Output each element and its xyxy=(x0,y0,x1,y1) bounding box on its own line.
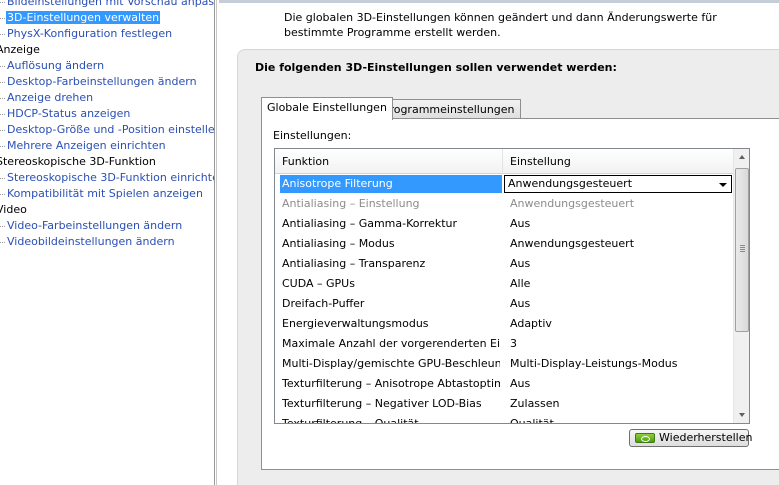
table-row[interactable]: Energieverwaltungsmodus Adaptiv xyxy=(275,314,733,334)
table-row[interactable]: Antialiasing – Gamma-Korrektur Aus xyxy=(275,214,733,234)
table-row[interactable]: CUDA – GPUs Alle xyxy=(275,274,733,294)
tree-item-label: Bildeinstellungen mit Vorschau anpassen xyxy=(7,0,214,8)
tree-item[interactable]: Video-Farbeinstellungen ändern xyxy=(0,218,183,234)
tree-item-label: PhysX-Konfiguration festlegen xyxy=(7,27,173,40)
feature-cell: Antialiasing – Transparenz xyxy=(282,257,426,270)
settings-list: Funktion Einstellung Anisotrope Filterun… xyxy=(274,148,750,424)
setting-cell: Adaptiv xyxy=(510,317,552,330)
tree-item-label: Video-Farbeinstellungen ändern xyxy=(7,219,183,232)
table-row[interactable]: Multi-Display/gemischte GPU-Beschleunigu… xyxy=(275,354,733,374)
setting-cell: Qualität xyxy=(510,417,554,424)
setting-cell: Aus xyxy=(510,217,531,230)
chevron-down-icon[interactable] xyxy=(719,183,727,187)
setting-cell: Anwendungsgesteuert xyxy=(510,197,635,210)
tree-item[interactable]: Desktop-Farbeinstellungen ändern xyxy=(0,74,198,90)
tree-item[interactable]: Mehrere Anzeigen einrichten xyxy=(0,138,167,154)
table-row[interactable]: Antialiasing – Modus Anwendungsgesteuert xyxy=(275,234,733,254)
table-row[interactable]: Texturfilterung – Anisotrope Abtastoptim… xyxy=(275,374,733,394)
tree-item[interactable]: PhysX-Konfiguration festlegen xyxy=(0,26,173,42)
feature-cell: Energieverwaltungsmodus xyxy=(282,317,429,330)
column-header-feature[interactable]: Funktion xyxy=(275,149,503,174)
column-header-setting[interactable]: Einstellung xyxy=(503,149,733,174)
tree-category[interactable]: Stereoskopische 3D-Funktion xyxy=(0,154,156,170)
feature-cell: Texturfilterung – Anisotrope Abtastoptim… xyxy=(282,377,500,390)
tree-item-label: Desktop-Größe und -Position einstellen xyxy=(7,123,214,136)
tree-item[interactable]: 3D-Einstellungen verwalten xyxy=(0,10,161,26)
feature-cell: Anisotrope Filterung xyxy=(280,175,502,193)
tree-item-label: Mehrere Anzeigen einrichten xyxy=(7,139,166,152)
scroll-up-button[interactable] xyxy=(734,149,749,166)
tree-item[interactable]: HDCP-Status anzeigen xyxy=(0,106,131,122)
header-strip xyxy=(219,0,779,3)
dropdown-value: Anwendungsgesteuert xyxy=(508,177,633,190)
vertical-scrollbar[interactable] xyxy=(733,149,749,423)
setting-cell: Alle xyxy=(510,277,531,290)
tree-item[interactable]: Desktop-Größe und -Position einstellen xyxy=(0,122,214,138)
feature-cell: Antialiasing – Gamma-Korrektur xyxy=(282,217,458,230)
feature-cell: CUDA – GPUs xyxy=(282,277,355,290)
splitter[interactable] xyxy=(216,0,217,485)
tab-global-settings[interactable]: Globale Einstellungen xyxy=(261,97,393,120)
tree-item-label: 3D-Einstellungen verwalten xyxy=(6,11,161,24)
tree-item-label: Kompatibilität mit Spielen anzeigen xyxy=(7,187,203,200)
feature-cell: Texturfilterung – Qualität xyxy=(282,417,419,424)
tree-item-label: Stereoskopische 3D-Funktion xyxy=(0,155,156,168)
feature-cell: Antialiasing – Modus xyxy=(282,237,395,250)
tree-item[interactable]: Auflösung ändern xyxy=(0,58,105,74)
setting-cell: Aus xyxy=(510,377,531,390)
table-row[interactable]: Dreifach-Puffer Aus xyxy=(275,294,733,314)
tree-item-label: Stereoskopische 3D-Funktion einrichten xyxy=(7,171,214,184)
setting-cell: Aus xyxy=(510,257,531,270)
tree-item[interactable]: Kompatibilität mit Spielen anzeigen xyxy=(0,186,204,202)
tree-item-label: Desktop-Farbeinstellungen ändern xyxy=(7,75,197,88)
scroll-thumb[interactable] xyxy=(735,168,749,332)
table-row[interactable]: Antialiasing – Transparenz Aus xyxy=(275,254,733,274)
feature-cell: Multi-Display/gemischte GPU-Beschleunigu… xyxy=(282,357,500,370)
feature-cell: Dreifach-Puffer xyxy=(282,297,365,310)
tree-category[interactable]: Video xyxy=(0,202,27,218)
grip-icon xyxy=(740,245,745,252)
tree-category[interactable]: Anzeige xyxy=(0,42,40,58)
card-title: Die folgenden 3D-Einstellungen sollen ve… xyxy=(255,61,617,74)
table-row[interactable]: Maximale Anzahl der vorgerenderten Einz.… xyxy=(275,334,733,354)
list-header: Funktion Einstellung xyxy=(275,149,733,174)
tree-item-label: Auflösung ändern xyxy=(7,59,105,72)
tree-item-label: HDCP-Status anzeigen xyxy=(7,107,131,120)
feature-cell: Texturfilterung – Negativer LOD-Bias xyxy=(282,397,482,410)
settings-label: Einstellungen: xyxy=(273,129,352,142)
tree-divider xyxy=(214,0,215,485)
setting-cell: Aus xyxy=(510,297,531,310)
tree-item[interactable]: Videobildeinstellungen ändern xyxy=(0,234,176,250)
tree-item[interactable]: Bildeinstellungen mit Vorschau anpassen xyxy=(0,0,214,10)
setting-cell: Anwendungsgesteuert xyxy=(510,237,635,250)
nvidia-logo-icon xyxy=(635,433,655,443)
setting-cell: Zulassen xyxy=(510,397,560,410)
tree-item[interactable]: Anzeige drehen xyxy=(0,90,94,106)
restore-button-label: Wiederherstellen xyxy=(659,431,753,444)
navigation-tree: Bildeinstellungen mit Vorschau anpassen 3… xyxy=(0,0,214,485)
table-row[interactable]: Texturfilterung – Qualität Qualität xyxy=(275,414,733,424)
feature-cell: Maximale Anzahl der vorgerenderten Einz.… xyxy=(282,337,500,350)
tree-item[interactable]: Stereoskopische 3D-Funktion einrichten xyxy=(0,170,214,186)
tree-item-label: Videobildeinstellungen ändern xyxy=(7,235,175,248)
setting-cell: 3 xyxy=(510,337,517,350)
page-description: Die globalen 3D-Einstellungen können geä… xyxy=(284,11,717,39)
tab-program-settings[interactable]: Programmeinstellungen xyxy=(377,99,521,120)
table-row[interactable]: Anisotrope Filterung Anwendungsgesteuert xyxy=(275,174,733,194)
setting-cell: Multi-Display-Leistungs-Modus xyxy=(510,357,678,370)
restore-button[interactable]: Wiederherstellen xyxy=(629,429,753,447)
tree-item-label: Video xyxy=(0,203,27,216)
scroll-down-button[interactable] xyxy=(734,406,749,423)
feature-cell: Antialiasing – Einstellung xyxy=(282,197,420,210)
arrow-up-icon xyxy=(739,155,745,159)
table-row[interactable]: Texturfilterung – Negativer LOD-Bias Zula… xyxy=(275,394,733,414)
table-row[interactable]: Antialiasing – Einstellung Anwendungsgest… xyxy=(275,194,733,214)
tree-item-label: Anzeige xyxy=(0,43,40,56)
setting-dropdown[interactable]: Anwendungsgesteuert xyxy=(504,175,732,193)
arrow-down-icon xyxy=(739,413,745,417)
tree-item-label: Anzeige drehen xyxy=(7,91,94,104)
